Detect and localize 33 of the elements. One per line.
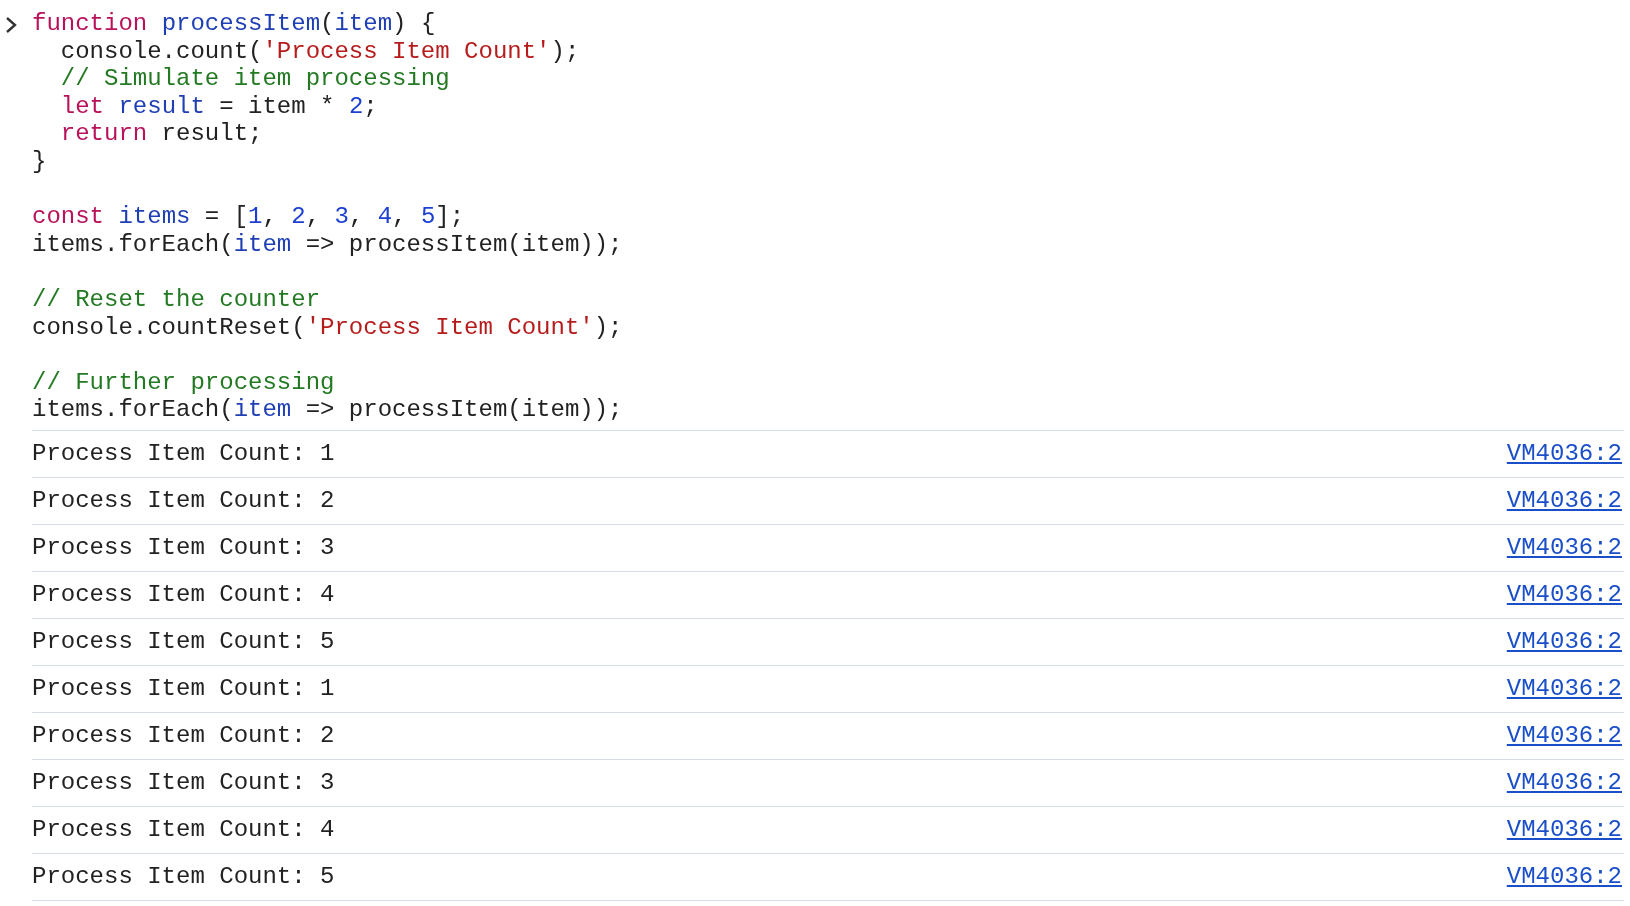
code-line: // Simulate item processing <box>59 65 450 93</box>
log-message: Process Item Count: 4 <box>32 581 335 609</box>
source-link[interactable]: VM4036:2 <box>1506 863 1622 891</box>
source-link[interactable]: VM4036:2 <box>1506 675 1622 703</box>
code-line: items.forEach(item => processItem(item)); <box>32 396 623 424</box>
source-link[interactable]: VM4036:2 <box>1506 487 1622 515</box>
source-link[interactable]: VM4036:2 <box>1506 816 1622 844</box>
code-line: let result = item * 2; <box>59 92 378 121</box>
prompt-chevron-icon <box>5 16 18 34</box>
code-line: function processItem(item) { <box>32 10 436 38</box>
source-link[interactable]: VM4036:2 <box>1506 722 1622 750</box>
log-message: Process Item Count: 2 <box>32 487 335 515</box>
source-link[interactable]: VM4036:2 <box>1506 581 1622 609</box>
log-message: Process Item Count: 4 <box>32 816 335 844</box>
code-line: // Reset the counter <box>32 285 321 314</box>
code-line: // Further processing <box>32 368 335 397</box>
log-message: Process Item Count: 1 <box>32 675 335 703</box>
source-link[interactable]: VM4036:2 <box>1506 534 1622 562</box>
code-line: return result; <box>59 120 263 148</box>
log-message: Process Item Count: 3 <box>32 769 335 797</box>
code-line: console.countReset('Process Item Count'); <box>32 313 623 342</box>
log-message: Process Item Count: 2 <box>32 722 335 750</box>
code-line: console.count('Process Item Count'); <box>59 37 580 66</box>
log-message: Process Item Count: 5 <box>32 628 335 656</box>
source-link[interactable]: VM4036:2 <box>1506 628 1622 656</box>
source-link[interactable]: VM4036:2 <box>1506 769 1622 797</box>
log-message: Process Item Count: 3 <box>32 534 335 562</box>
code-line: } <box>32 147 47 176</box>
code-line: items.forEach(item => processItem(item)); <box>32 230 623 259</box>
log-message: Process Item Count: 5 <box>32 863 335 891</box>
source-link[interactable]: VM4036:2 <box>1506 440 1622 468</box>
log-message: Process Item Count: 1 <box>32 440 335 468</box>
code-line: const items = [1, 2, 3, 4, 5]; <box>32 203 465 231</box>
